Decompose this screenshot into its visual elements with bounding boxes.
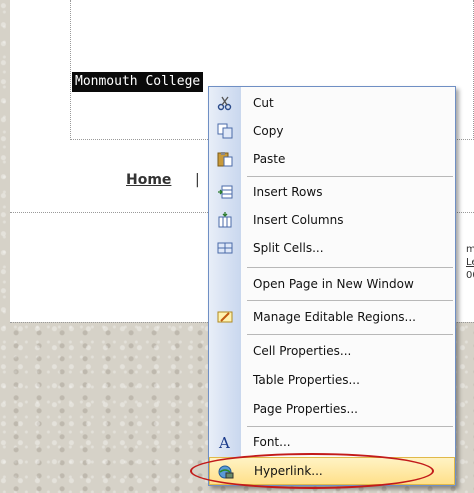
menu-item-page-properties[interactable]: Page Properties... [209, 395, 455, 423]
menu-separator [247, 334, 453, 335]
annotation-highlight-oval [190, 453, 434, 489]
nav-home-link[interactable]: Home [126, 172, 171, 188]
menu-item-table-properties[interactable]: Table Properties... [209, 366, 455, 394]
side-text-fragment: 00 [466, 270, 474, 281]
menu-item-label: Open Page in New Window [253, 277, 414, 291]
side-text-fragment: ma [466, 244, 474, 255]
menu-item-open-page-new-window[interactable]: Open Page in New Window [209, 270, 455, 298]
svg-text:A: A [218, 434, 230, 450]
split-cells-icon [217, 240, 233, 256]
menu-item-label: Table Properties... [253, 373, 360, 387]
menu-item-label: Cell Properties... [253, 344, 352, 358]
scissors-icon [217, 95, 233, 111]
context-menu: Cut Copy Paste Insert Rows Insert Column… [208, 86, 456, 486]
menu-item-insert-rows[interactable]: Insert Rows [209, 178, 455, 206]
menu-item-cell-properties[interactable]: Cell Properties... [209, 337, 455, 365]
menu-item-split-cells[interactable]: Split Cells... [209, 234, 455, 262]
menu-item-insert-columns[interactable]: Insert Columns [209, 206, 455, 234]
menu-item-label: Split Cells... [253, 241, 324, 255]
menu-separator [247, 426, 453, 427]
menu-item-label: Cut [253, 96, 274, 110]
menu-separator [247, 267, 453, 268]
menu-item-label: Page Properties... [253, 402, 358, 416]
menu-item-label: Manage Editable Regions... [253, 310, 416, 324]
menu-item-font[interactable]: A Font... [209, 428, 455, 456]
editable-regions-icon [217, 309, 233, 325]
selected-text[interactable]: Monmouth College [72, 72, 204, 92]
paste-icon [217, 151, 233, 167]
nav-separator: | [195, 172, 200, 188]
copy-icon [217, 123, 233, 139]
menu-separator [247, 176, 453, 177]
font-icon: A [217, 434, 233, 452]
menu-item-label: Insert Rows [253, 185, 323, 199]
menu-item-label: Insert Columns [253, 213, 344, 227]
menu-separator [247, 300, 453, 301]
side-text-fragment: Le [466, 257, 474, 268]
menu-item-label: Copy [253, 124, 284, 138]
menu-item-copy[interactable]: Copy [209, 117, 455, 145]
menu-item-label: Paste [253, 152, 286, 166]
menu-item-label: Font... [253, 435, 291, 449]
menu-item-cut[interactable]: Cut [209, 89, 455, 117]
insert-columns-icon [217, 212, 233, 228]
insert-rows-icon [217, 184, 233, 200]
menu-item-manage-editable-regions[interactable]: Manage Editable Regions... [209, 303, 455, 331]
menu-item-paste[interactable]: Paste [209, 145, 455, 173]
